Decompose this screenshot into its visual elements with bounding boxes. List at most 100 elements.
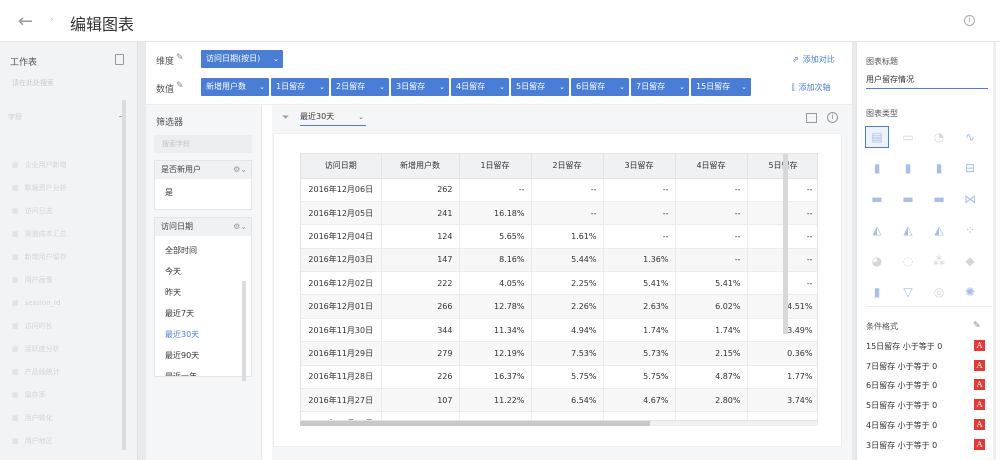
worksheet-item[interactable]: 产品线统计 [8, 361, 120, 384]
value-chip[interactable]: 新增用户数 ⌄ [201, 78, 269, 96]
info-icon[interactable]: i [964, 15, 975, 26]
bubble-chart-icon[interactable]: ⁂ [927, 250, 951, 272]
filter-option[interactable]: 最近7天 [155, 303, 251, 324]
filter-option[interactable]: 最近30天 [155, 324, 251, 345]
scatter-chart-icon[interactable]: ⁘ [958, 219, 982, 241]
chevron-down-icon: ⌄ [379, 83, 385, 91]
chart-title-input[interactable]: 用户留存情况 [866, 73, 988, 89]
dumbbell-chart-icon[interactable]: ⊟ [958, 157, 982, 179]
stream-chart-icon[interactable]: ◭ [896, 219, 920, 241]
number-chart-icon[interactable]: ▭ [896, 126, 920, 148]
filter-option[interactable]: 是 [155, 179, 251, 209]
horizontal-scroll-thumb[interactable] [300, 421, 650, 426]
worksheet-item[interactable]: 用户转化 [8, 407, 120, 430]
font-color-flag-icon[interactable]: A [974, 438, 985, 450]
bowtie-chart-icon[interactable]: ⋈ [958, 188, 982, 210]
gear-icon[interactable]: ⚙⌄ [233, 161, 247, 179]
filter-option[interactable]: 今天 [155, 261, 251, 282]
export-icon[interactable] [806, 113, 817, 123]
font-color-flag-icon[interactable]: A [974, 359, 985, 371]
value-chip[interactable]: 7日留存 ⌄ [631, 78, 689, 96]
new-worksheet-icon[interactable] [115, 54, 124, 65]
worksheet-item[interactable]: 渠道成本汇总 [8, 223, 120, 246]
line-chart-icon[interactable]: ∿ [958, 126, 982, 148]
horizontal-bar-icon[interactable]: ▬ [865, 188, 889, 210]
value-chip[interactable]: 4日留存 ⌄ [451, 78, 509, 96]
filter-search-input[interactable]: 搜索字段 [154, 135, 252, 153]
new-user-filter-header[interactable]: 是否新用户 ⚙⌄ [155, 161, 251, 179]
filter-option[interactable]: 昨天 [155, 282, 251, 303]
date-range-select[interactable]: 最近30天 ⌄ [300, 110, 366, 126]
map-chart-icon[interactable]: ◆ [958, 250, 982, 272]
horizontal-grouped-icon[interactable]: ▬ [896, 188, 920, 210]
visit-date-filter-header[interactable]: 访问日期 ⚙⌄ [155, 218, 251, 236]
font-color-flag-icon[interactable]: A [974, 340, 985, 351]
column-header[interactable]: 4日留存 [675, 154, 748, 179]
font-color-flag-icon[interactable]: A [974, 418, 985, 430]
filter-icon[interactable]: ⏷ [282, 113, 289, 123]
worksheet-item[interactable]: session_id [8, 292, 120, 315]
vertical-scrollbar[interactable] [783, 154, 788, 334]
edit-values-icon[interactable]: ✎ [176, 81, 184, 91]
horizontal-scrollbar[interactable] [300, 421, 818, 426]
worksheet-item[interactable]: 用户画像 [8, 269, 120, 292]
worksheet-item[interactable]: 访问时长 [8, 315, 120, 338]
pencil-icon[interactable]: ✎ [973, 321, 981, 331]
area-chart-icon[interactable]: ◭ [865, 219, 889, 241]
stacked-area-icon[interactable]: ◭ [927, 219, 951, 241]
worksheet-scrollbar[interactable] [122, 100, 126, 450]
column-trend-icon[interactable]: ▮ [865, 281, 889, 303]
bar-chart-icon[interactable]: ▮ [865, 157, 889, 179]
arrow-left-icon[interactable]: ← [18, 11, 33, 32]
font-color-flag-icon[interactable]: A [974, 379, 985, 391]
column-header[interactable]: 3日留存 [603, 154, 676, 179]
grouped-bar-icon[interactable]: ▮ [896, 157, 920, 179]
column-header[interactable]: 新增用户数 [381, 154, 460, 179]
worksheet-item[interactable]: 企业用户新增 [8, 154, 120, 177]
worksheet-search-input[interactable]: 请在此处搜索 [8, 72, 120, 94]
table-chart-icon[interactable]: ▤ [865, 126, 889, 148]
horizontal-stacked-icon[interactable]: ▬ [927, 188, 951, 210]
value-chip[interactable]: 2日留存 ⌄ [331, 78, 389, 96]
settings-scrollbar[interactable] [993, 42, 996, 460]
table-cell: 5.41% [675, 271, 748, 296]
info-icon[interactable]: i [827, 112, 838, 123]
worksheet-item[interactable]: 访问日志 [8, 200, 120, 223]
value-chip[interactable]: 15日留存 ⌄ [691, 78, 751, 96]
donut-chart-icon[interactable]: ◌ [896, 250, 920, 272]
table-cell: 5.65% [459, 224, 532, 249]
column-header[interactable]: 2日留存 [531, 154, 604, 179]
gear-icon[interactable]: ⚙⌄ [233, 218, 247, 236]
worksheet-item[interactable]: 新增用户留存 [8, 246, 120, 269]
filter-option[interactable]: 最近90天 [155, 345, 251, 366]
funnel-chart-icon[interactable]: ▽ [896, 281, 920, 303]
table-cell: 5.41% [603, 271, 676, 296]
column-header[interactable]: 1日留存 [459, 154, 532, 179]
filter-option[interactable]: 最近一年 [155, 366, 251, 376]
worksheet-item[interactable]: 数据资产分析 [8, 177, 120, 200]
font-color-flag-icon[interactable]: A [974, 399, 985, 411]
table-row: 2016年12月02日 222 4.05% 2.25% 5.41% 5.41% -- [301, 271, 817, 296]
chord-chart-icon[interactable]: ✺ [958, 281, 982, 303]
value-chip[interactable]: 1日留存 ⌄ [271, 78, 329, 96]
value-chip[interactable]: 3日留存 ⌄ [391, 78, 449, 96]
stacked-bar-icon[interactable]: ▮ [927, 157, 951, 179]
add-axis-button[interactable]: ⫿ 添加次轴 [792, 82, 831, 93]
edit-dimension-icon[interactable]: ✎ [176, 53, 184, 63]
column-header[interactable]: 访问日期 [301, 154, 382, 179]
filter-scrollbar[interactable] [242, 281, 246, 381]
filter-option[interactable]: 全部时间 [155, 240, 251, 261]
dimension-chip[interactable]: 访问日期(按日) ⌄ [201, 50, 283, 68]
dimension-label: 维度 [156, 57, 175, 67]
table-cell: 124 [381, 224, 460, 249]
add-compare-button[interactable]: ⇗ 添加对比 [792, 54, 835, 65]
solar-chart-icon[interactable]: ◎ [927, 281, 951, 303]
worksheet-item[interactable]: 留存率 [8, 384, 120, 407]
worksheet-item[interactable]: 用户地区 [8, 430, 120, 453]
worksheet-item[interactable]: 活跃度分析 [8, 338, 120, 361]
gauge-chart-icon[interactable]: ◔ [927, 126, 951, 148]
value-chip[interactable]: 5日留存 ⌄ [511, 78, 569, 96]
value-chip[interactable]: 6日留存 ⌄ [571, 78, 629, 96]
chevron-down-icon: ⌄ [358, 113, 364, 121]
pie-chart-icon[interactable]: ◕ [865, 250, 889, 272]
